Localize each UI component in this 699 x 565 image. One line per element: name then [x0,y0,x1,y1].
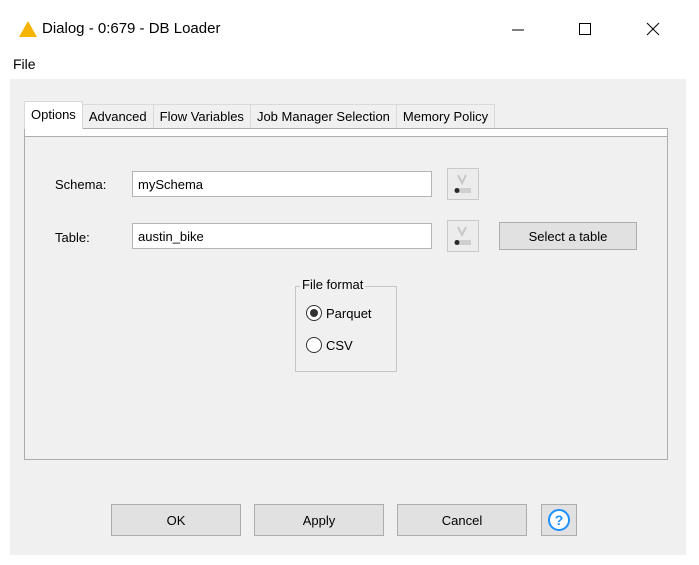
menu-file[interactable]: File [13,56,36,72]
schema-flow-variable-button[interactable] [447,168,479,200]
panel-top-strip [25,129,667,137]
title-bar[interactable]: Dialog - 0:679 - DB Loader [0,0,699,50]
radio-unselected-icon [306,337,322,353]
help-glyph: ? [555,512,564,528]
radio-selected-icon [306,305,322,321]
file-format-legend: File format [300,277,366,292]
table-input[interactable] [132,223,432,249]
cancel-button[interactable]: Cancel [397,504,527,536]
tab-job-manager-selection[interactable]: Job Manager Selection [249,104,397,128]
radio-csv[interactable]: CSV [306,337,353,353]
select-table-button[interactable]: Select a table [499,222,637,250]
window-title: Dialog - 0:679 - DB Loader [42,20,221,37]
file-format-group: File format Parquet CSV [295,277,397,372]
tab-advanced[interactable]: Advanced [81,104,154,128]
minimize-icon [512,29,524,31]
tab-flow-variables[interactable]: Flow Variables [152,104,251,128]
schema-label: Schema: [55,177,107,192]
table-flow-variable-button[interactable] [447,220,479,252]
dialog-window: Dialog - 0:679 - DB Loader File Options … [0,0,699,565]
radio-parquet[interactable]: Parquet [306,305,372,321]
schema-input[interactable] [132,171,432,197]
flow-variable-icon [454,174,471,193]
close-button[interactable] [630,12,676,46]
menu-bar: File [0,53,699,77]
minimize-button[interactable] [495,12,541,46]
maximize-button[interactable] [562,12,608,46]
options-panel: Schema: Table: Select a table [24,128,668,460]
radio-csv-label: CSV [326,337,353,353]
tab-options[interactable]: Options [24,101,83,129]
tab-memory-policy[interactable]: Memory Policy [395,104,496,128]
warning-triangle-icon [18,20,38,38]
help-icon: ? [548,509,570,531]
help-button[interactable]: ? [541,504,577,536]
close-icon [646,22,660,36]
maximize-icon [579,23,591,35]
apply-button[interactable]: Apply [254,504,384,536]
tab-bar: Options Advanced Flow Variables Job Mana… [24,101,496,129]
flow-variable-icon [454,226,471,245]
table-label: Table: [55,230,90,245]
dialog-body: Options Advanced Flow Variables Job Mana… [10,79,686,555]
radio-parquet-label: Parquet [326,305,372,321]
ok-button[interactable]: OK [111,504,241,536]
